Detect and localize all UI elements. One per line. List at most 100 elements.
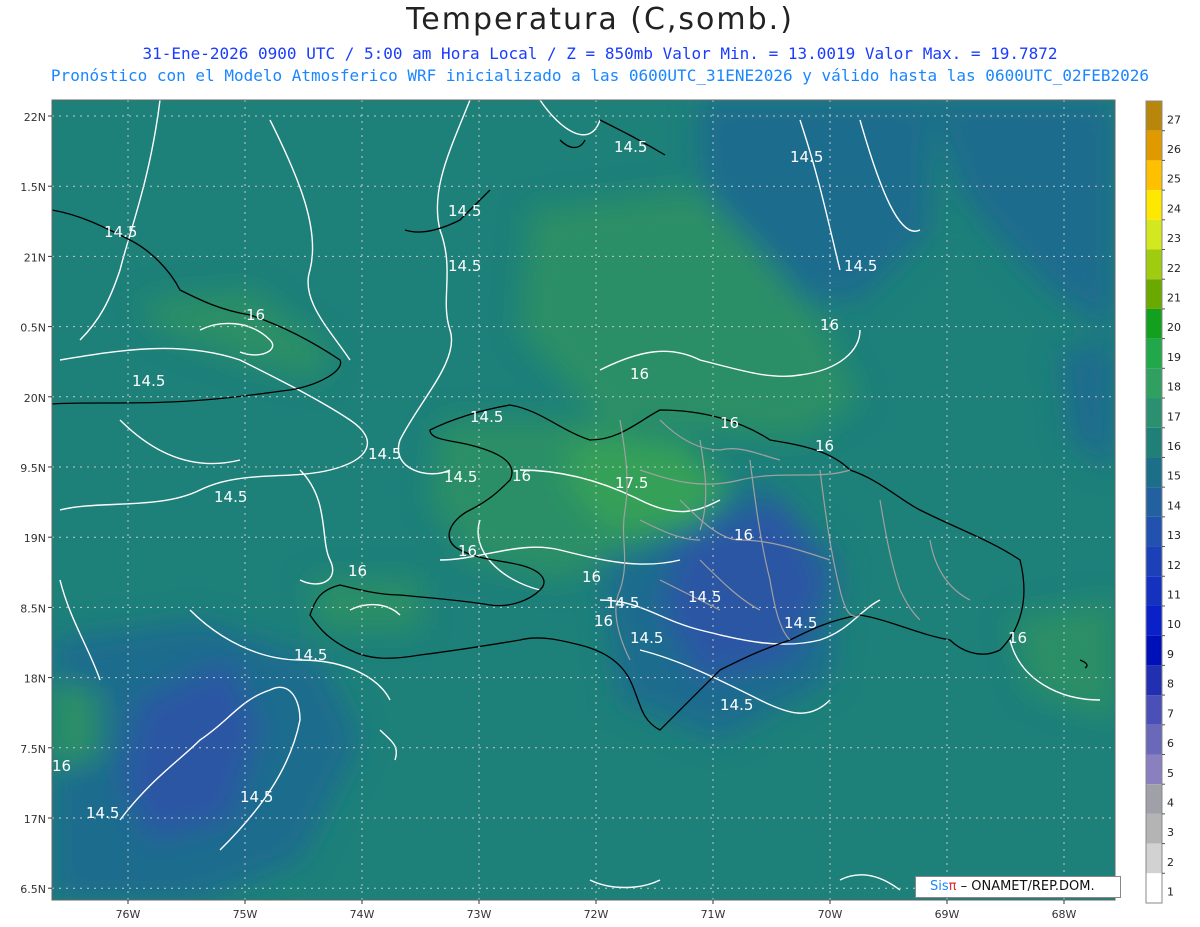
colorbar-label: 6 bbox=[1167, 737, 1174, 750]
contour-label: 14.5 bbox=[444, 468, 477, 486]
contour-label: 14.5 bbox=[614, 138, 647, 156]
colorbar-label: 25 bbox=[1167, 173, 1181, 186]
contour-label: 14.5 bbox=[214, 488, 247, 506]
colorbar-swatch bbox=[1146, 160, 1162, 191]
colorbar-label: 27 bbox=[1167, 113, 1181, 126]
lon-tick-label: 74W bbox=[350, 908, 375, 921]
colorbar-swatch bbox=[1146, 457, 1162, 488]
contour-label: 14.5 bbox=[448, 257, 481, 275]
credit-text: – ONAMET/REP.DOM. bbox=[960, 879, 1095, 894]
contour-label: 14.5 bbox=[470, 408, 503, 426]
credit-brand: Sis bbox=[930, 879, 949, 894]
colorbar: 2726252423222120191817161514131211109876… bbox=[1145, 100, 1181, 904]
colorbar-label: 23 bbox=[1167, 232, 1181, 245]
contour-label: 16 bbox=[458, 542, 477, 560]
colorbar-label: 21 bbox=[1167, 292, 1181, 305]
contour-label: 14.5 bbox=[630, 629, 663, 647]
colorbar-swatch bbox=[1146, 576, 1162, 606]
colorbar-label: 2 bbox=[1167, 856, 1174, 869]
colorbar-label: 9 bbox=[1167, 648, 1174, 661]
colorbar-swatch bbox=[1146, 308, 1162, 339]
colorbar-swatch bbox=[1146, 101, 1162, 131]
credit-box: Sisπ – ONAMET/REP.DOM. bbox=[915, 876, 1121, 898]
contour-label: 16 bbox=[820, 316, 839, 334]
contour-label: 14.5 bbox=[132, 372, 165, 390]
colorbar-label: 4 bbox=[1167, 796, 1174, 809]
contour-label: 14.5 bbox=[368, 445, 401, 463]
colorbar-label: 20 bbox=[1167, 321, 1181, 334]
contour-label: 16 bbox=[720, 414, 739, 432]
lat-tick-label: 6.5N bbox=[20, 883, 46, 896]
colorbar-swatch bbox=[1146, 130, 1162, 161]
colorbar-label: 22 bbox=[1167, 262, 1181, 275]
lon-tick-label: 71W bbox=[701, 908, 726, 921]
colorbar-swatch bbox=[1146, 813, 1162, 844]
colorbar-swatch bbox=[1146, 338, 1162, 369]
colorbar-swatch bbox=[1146, 279, 1162, 309]
lat-tick-label: 7.5N bbox=[20, 743, 46, 756]
credit-pi: π bbox=[948, 879, 957, 894]
lon-tick-label: 70W bbox=[818, 908, 843, 921]
lat-tick-label: 21N bbox=[24, 251, 46, 264]
colorbar-swatch bbox=[1146, 784, 1162, 814]
lat-tick-label: 19N bbox=[24, 532, 46, 545]
colorbar-swatch bbox=[1146, 190, 1162, 220]
colorbar-swatch bbox=[1146, 368, 1162, 399]
lat-tick-label: 22N bbox=[24, 111, 46, 124]
colorbar-swatch bbox=[1146, 249, 1162, 280]
contour-label: 16 bbox=[52, 757, 71, 775]
contour-label: 16 bbox=[1008, 629, 1027, 647]
lat-tick-label: 20N bbox=[24, 392, 46, 405]
lat-tick-label: 17N bbox=[24, 813, 46, 826]
colorbar-swatch bbox=[1146, 724, 1162, 755]
lon-tick-label: 75W bbox=[233, 908, 258, 921]
colorbar-swatch bbox=[1146, 843, 1162, 874]
colorbar-label: 3 bbox=[1167, 826, 1174, 839]
colorbar-label: 24 bbox=[1167, 202, 1181, 215]
lat-tick-label: 0.5N bbox=[20, 322, 46, 335]
contour-label: 16 bbox=[594, 612, 613, 630]
lat-tick-label: 9.5N bbox=[20, 462, 46, 475]
lat-tick-label: 1.5N bbox=[20, 181, 46, 194]
colorbar-swatch bbox=[1146, 754, 1162, 785]
contour-label: 16 bbox=[512, 467, 531, 485]
lon-tick-label: 69W bbox=[935, 908, 960, 921]
colorbar-swatch bbox=[1146, 427, 1162, 458]
colorbar-label: 16 bbox=[1167, 440, 1181, 453]
colorbar-swatch bbox=[1146, 219, 1162, 250]
contour-label: 14.5 bbox=[86, 804, 119, 822]
contour-label: 16 bbox=[734, 526, 753, 544]
contour-label: 16 bbox=[582, 568, 601, 586]
lon-tick-label: 72W bbox=[584, 908, 609, 921]
valid-time-line: 31-Ene-2026 0900 UTC / 5:00 am Hora Loca… bbox=[142, 44, 1058, 63]
lat-tick-label: 8.5N bbox=[20, 602, 46, 615]
colorbar-label: 17 bbox=[1167, 410, 1181, 423]
contour-label: 14.5 bbox=[294, 646, 327, 664]
contour-label: 14.5 bbox=[844, 257, 877, 275]
colorbar-label: 7 bbox=[1167, 707, 1174, 720]
colorbar-label: 8 bbox=[1167, 678, 1174, 691]
contour-label: 14.5 bbox=[606, 594, 639, 612]
colorbar-label: 15 bbox=[1167, 470, 1181, 483]
contour-label: 16 bbox=[630, 365, 649, 383]
colorbar-label: 13 bbox=[1167, 529, 1181, 542]
colorbar-label: 14 bbox=[1167, 499, 1181, 512]
contour-label: 14.5 bbox=[790, 148, 823, 166]
colorbar-swatch bbox=[1146, 516, 1162, 547]
longitude-axis: 76W 75W 74W 73W 72W 71W 70W 69W 68W bbox=[116, 900, 1077, 921]
lat-tick-label: 18N bbox=[24, 673, 46, 686]
contour-label: 16 bbox=[348, 562, 367, 580]
contour-label: 14.5 bbox=[240, 788, 273, 806]
colorbar-swatch bbox=[1146, 695, 1162, 725]
colorbar-label: 5 bbox=[1167, 767, 1174, 780]
model-info-line: Pronóstico con el Modelo Atmosferico WRF… bbox=[50, 66, 1150, 85]
contour-label: 14.5 bbox=[688, 588, 721, 606]
colorbar-label: 19 bbox=[1167, 351, 1181, 364]
lon-tick-label: 68W bbox=[1052, 908, 1077, 921]
contour-label: 16 bbox=[815, 437, 834, 455]
colorbar-label: 26 bbox=[1167, 143, 1181, 156]
lon-tick-label: 73W bbox=[467, 908, 492, 921]
forecast-map: 14.5 14.5 14.5 14.5 14.5 14.5 16 16 14.5… bbox=[20, 99, 1181, 921]
colorbar-swatch bbox=[1146, 665, 1162, 696]
colorbar-swatch bbox=[1146, 605, 1162, 636]
